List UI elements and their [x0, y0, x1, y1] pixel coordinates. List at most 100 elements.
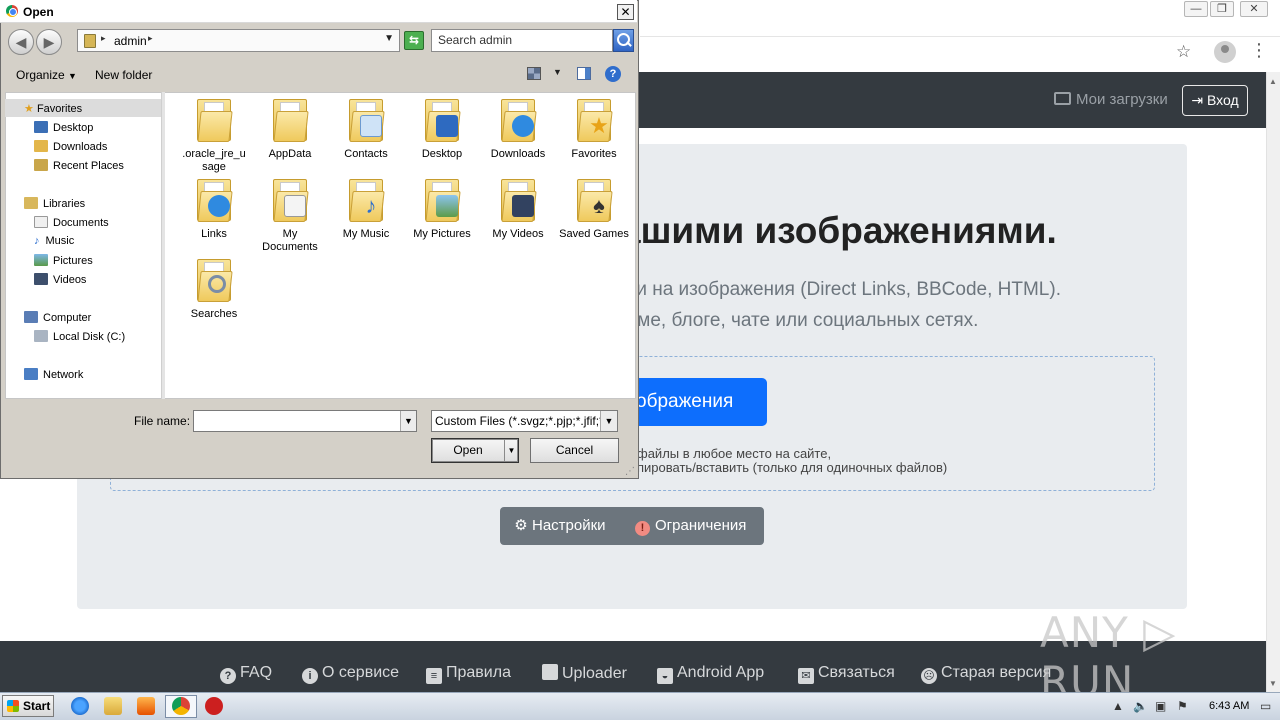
organize-button[interactable]: Organize ▼ — [16, 68, 77, 82]
start-button[interactable]: Start — [2, 695, 54, 717]
footer-link-uploader[interactable]: Uploader — [542, 664, 627, 683]
drop-hint-1: файлы в любое место на сайте, — [637, 446, 832, 461]
folder-icon — [271, 97, 309, 143]
volume-icon[interactable]: 🔈 — [1133, 699, 1148, 713]
sidebar-item-pictures[interactable]: Pictures — [34, 254, 93, 267]
profile-icon[interactable] — [1214, 41, 1236, 63]
scroll-up-icon[interactable]: ▲ — [1269, 77, 1277, 86]
file-item[interactable]: ♠ Saved Games — [559, 177, 629, 241]
cancel-button[interactable]: Cancel — [530, 438, 619, 463]
sidebar-item-music[interactable]: ♪ Music — [34, 235, 74, 247]
sidebar-item-label: Documents — [53, 217, 109, 229]
login-button[interactable]: ⇥ Вход — [1182, 85, 1248, 116]
restore-button[interactable]: ❐ — [1210, 1, 1234, 17]
resize-grip-icon[interactable]: ⋰ — [625, 466, 635, 477]
sidebar-item-libraries[interactable]: Libraries — [24, 197, 85, 210]
sidebar-item-recent-places[interactable]: Recent Places — [34, 159, 124, 172]
star-icon[interactable]: ☆ — [1176, 42, 1191, 62]
internet-explorer-icon[interactable] — [71, 697, 89, 715]
search-icon[interactable] — [613, 29, 634, 52]
sidebar-item-local-disk[interactable]: Local Disk (C:) — [34, 330, 125, 343]
media-player-icon[interactable] — [137, 697, 155, 715]
chevron-down-icon[interactable]: ▼ — [553, 67, 562, 77]
forward-button[interactable]: ▶ — [36, 29, 62, 55]
refresh-button[interactable]: ⇆ — [404, 31, 424, 50]
searches-folder-icon — [195, 257, 233, 303]
sidebar-item-desktop[interactable]: Desktop — [34, 121, 93, 134]
sidebar-item-favorites[interactable]: ★ Favorites — [24, 102, 82, 115]
open-label: Open — [453, 443, 483, 457]
dialog-address-bar[interactable]: ▸ admin ▸ ▼ — [77, 29, 400, 52]
file-item[interactable]: Desktop — [407, 97, 477, 161]
settings-button[interactable]: ⚙ Настройки — [514, 507, 605, 545]
folder-icon — [195, 97, 233, 143]
new-folder-button[interactable]: New folder — [95, 68, 152, 82]
stop-icon[interactable] — [205, 697, 223, 715]
limits-button[interactable]: ! Ограничения — [635, 507, 746, 545]
documents-folder-icon — [271, 177, 309, 223]
explorer-icon[interactable] — [104, 697, 122, 715]
footer-link-about[interactable]: iО сервисе — [302, 664, 399, 684]
file-item[interactable]: .oracle_jre_u sage — [179, 97, 249, 174]
file-item[interactable]: ♪ My Music — [331, 177, 401, 241]
footer-link-old-version[interactable]: ☹ Старая версия — [921, 664, 1051, 684]
file-item[interactable]: Searches — [179, 257, 249, 321]
flag-icon[interactable]: ⚑ — [1177, 699, 1188, 713]
file-name-input[interactable] — [193, 410, 417, 432]
saved-games-folder-icon: ♠ — [575, 177, 613, 223]
my-uploads-link[interactable]: Мои загрузки — [1054, 91, 1168, 108]
downloads-folder-icon — [499, 97, 537, 143]
breadcrumb-arrow-icon[interactable]: ▸ — [101, 33, 106, 44]
chevron-down-icon[interactable]: ▼ — [504, 439, 518, 462]
network-tray-icon[interactable]: ▣ — [1155, 699, 1166, 713]
sidebar-item-videos[interactable]: Videos — [34, 273, 86, 286]
file-item[interactable]: Contacts — [331, 97, 401, 161]
info-icon: i — [302, 668, 318, 684]
file-item-label: Desktop — [421, 148, 463, 160]
open-button[interactable]: Open ▼ — [431, 438, 519, 463]
sidebar-item-label: Recent Places — [53, 160, 124, 172]
clock[interactable]: 6:43 AM — [1209, 700, 1249, 712]
file-item-label: Downloads — [490, 148, 546, 160]
file-item[interactable]: Links — [179, 177, 249, 241]
footer-link-android[interactable]: ◒ Android App — [657, 664, 764, 684]
minimize-button[interactable]: — — [1184, 1, 1208, 17]
footer-link-contact[interactable]: ✉ Связаться — [798, 664, 895, 684]
settings-bar: ⚙ Настройки ! Ограничения — [500, 507, 764, 545]
sidebar-item-network[interactable]: Network — [24, 368, 83, 381]
breadcrumb-arrow-icon[interactable]: ▸ — [148, 33, 153, 44]
close-window-button[interactable]: ✕ — [1240, 1, 1268, 17]
question-icon: ? — [220, 668, 236, 684]
page-scrollbar[interactable]: ▲ ▼ — [1266, 72, 1280, 692]
footer-link-rules[interactable]: ≡ Правила — [426, 664, 511, 684]
back-button[interactable]: ◀ — [8, 29, 34, 55]
upload-images-button[interactable]: ображения — [620, 378, 767, 426]
footer-link-faq[interactable]: ? FAQ — [220, 664, 272, 684]
dialog-titlebar: Open — [0, 0, 637, 23]
chevron-down-icon[interactable]: ▼ — [400, 411, 416, 431]
dialog-close-button[interactable]: ✕ — [617, 4, 634, 20]
help-icon[interactable]: ? — [605, 66, 621, 82]
tray-arrow-icon[interactable]: ▲ — [1112, 699, 1124, 713]
chevron-down-icon[interactable]: ▼ — [600, 411, 617, 431]
sidebar-item-documents[interactable]: Documents — [34, 216, 109, 229]
file-item[interactable]: AppData — [255, 97, 325, 161]
search-input[interactable]: Search admin — [431, 29, 613, 52]
file-type-select[interactable]: Custom Files (*.svgz;*.pjp;*.jfif;* — [431, 410, 618, 432]
sidebar-item-label: Network — [43, 369, 84, 381]
chevron-down-icon[interactable]: ▼ — [384, 33, 394, 44]
show-desktop-icon[interactable]: ▭ — [1260, 699, 1271, 713]
file-item[interactable]: ★ Favorites — [559, 97, 629, 161]
sidebar-item-computer[interactable]: Computer — [24, 311, 91, 324]
file-item[interactable]: Downloads — [483, 97, 553, 161]
file-item[interactable]: My Videos — [483, 177, 553, 241]
kebab-menu-icon[interactable]: ⋮ — [1250, 40, 1268, 61]
sidebar-item-label: Pictures — [53, 255, 93, 267]
footer-link-label: Правила — [446, 664, 511, 681]
breadcrumb-admin[interactable]: admin — [114, 34, 147, 48]
preview-pane-icon[interactable] — [577, 67, 591, 80]
sidebar-item-downloads[interactable]: Downloads — [34, 140, 107, 153]
file-item[interactable]: My Pictures — [407, 177, 477, 241]
change-view-icon[interactable] — [527, 67, 541, 80]
file-item[interactable]: My Documents — [255, 177, 325, 254]
